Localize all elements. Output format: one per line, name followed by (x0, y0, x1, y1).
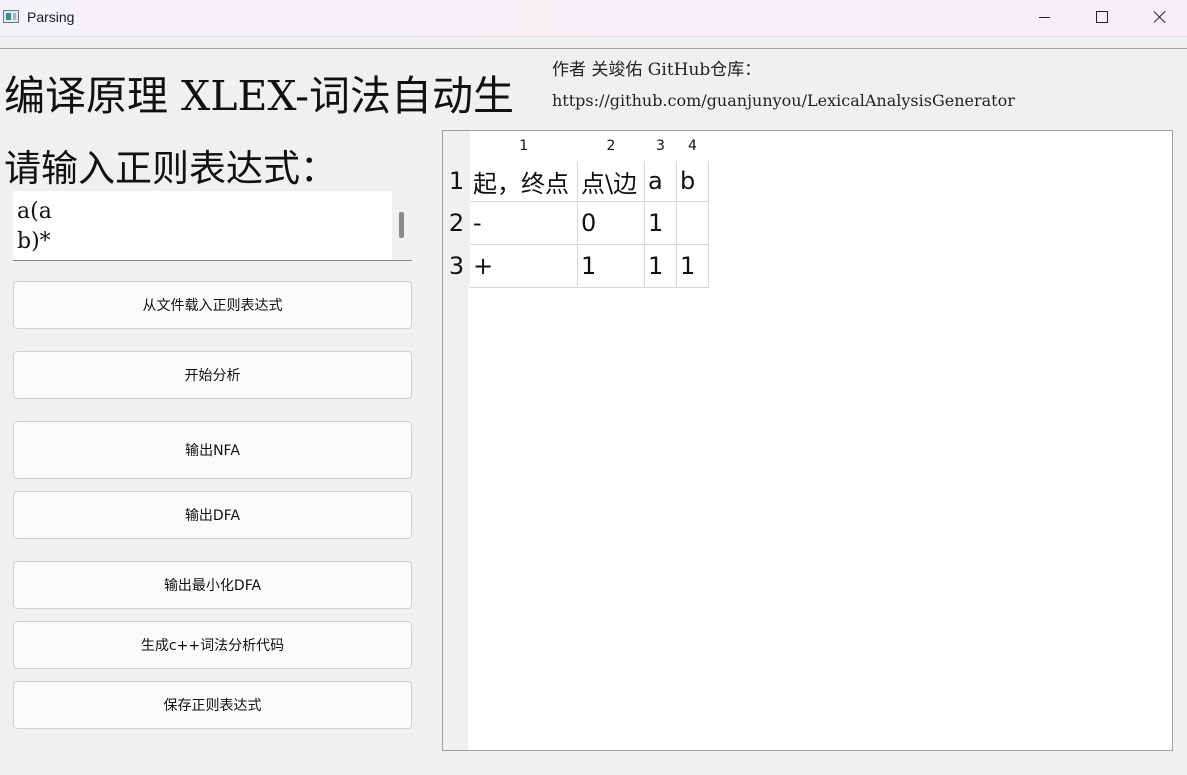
save-regex-button[interactable]: 保存正则表达式 (13, 681, 412, 729)
table-row: 1 起，终点 点\边 a b (443, 161, 709, 202)
load-from-file-button[interactable]: 从文件载入正则表达式 (13, 281, 412, 329)
page-title: 编译原理 XLEX-词法自动生 (4, 72, 514, 120)
title-bar: Parsing (0, 0, 1187, 37)
table-row: 2 - 0 1 (443, 201, 709, 245)
maximize-icon (1096, 11, 1108, 23)
scrollbar-thumb[interactable] (399, 212, 404, 238)
regex-input-scrollbar[interactable] (392, 191, 412, 260)
table-cell[interactable]: 1 (644, 201, 677, 245)
row-header[interactable]: 3 (443, 244, 470, 288)
table-cell[interactable]: a (644, 161, 677, 202)
close-button[interactable] (1131, 0, 1187, 34)
table-row: 3 + 1 1 1 (443, 244, 709, 288)
table-cell[interactable]: 1 (676, 244, 709, 288)
table-corner[interactable] (443, 131, 470, 161)
start-analysis-button[interactable]: 开始分析 (13, 351, 412, 399)
maximize-button[interactable] (1073, 0, 1131, 34)
github-url-label: https://github.com/guanjunyou/LexicalAna… (552, 91, 1015, 110)
output-nfa-button[interactable]: 输出NFA (13, 421, 412, 479)
header-divider (0, 48, 1187, 49)
column-header[interactable]: 4 (676, 131, 709, 161)
table-cell[interactable]: 点\边 (577, 161, 645, 202)
minimize-icon (1038, 16, 1050, 18)
table-cell[interactable]: 1 (577, 244, 645, 288)
app-window-icon (3, 10, 19, 23)
row-header[interactable]: 2 (443, 201, 470, 245)
column-header[interactable]: 3 (644, 131, 677, 161)
regex-input[interactable]: a(a b)* (13, 191, 412, 261)
column-header[interactable]: 1 (470, 131, 578, 161)
table-cell[interactable]: b (676, 161, 709, 202)
close-icon (1153, 10, 1167, 24)
regex-prompt-label: 请输入正则表达式： (4, 147, 337, 190)
table-cell[interactable] (676, 201, 709, 245)
window-title: Parsing (27, 9, 75, 25)
author-label: 作者 关竣佑 GitHub仓库： (552, 60, 762, 80)
minimize-button[interactable] (1015, 0, 1073, 34)
table-cell[interactable]: - (470, 201, 578, 245)
table-cell[interactable]: + (470, 244, 578, 288)
result-grid[interactable]: 1 2 3 4 1 起，终点 点\边 a b 2 - 0 1 3 + 1 1 1 (443, 131, 709, 288)
table-cell[interactable]: 1 (644, 244, 677, 288)
row-header[interactable]: 1 (443, 161, 470, 202)
result-table[interactable]: 1 2 3 4 1 起，终点 点\边 a b 2 - 0 1 3 + 1 1 1 (442, 130, 1173, 751)
generate-cpp-code-button[interactable]: 生成c++词法分析代码 (13, 621, 412, 669)
output-dfa-button[interactable]: 输出DFA (13, 491, 412, 539)
column-header[interactable]: 2 (577, 131, 645, 161)
table-cell[interactable]: 0 (577, 201, 645, 245)
output-min-dfa-button[interactable]: 输出最小化DFA (13, 561, 412, 609)
table-cell[interactable]: 起，终点 (470, 161, 578, 202)
regex-input-value: a(a b)* (17, 199, 52, 254)
